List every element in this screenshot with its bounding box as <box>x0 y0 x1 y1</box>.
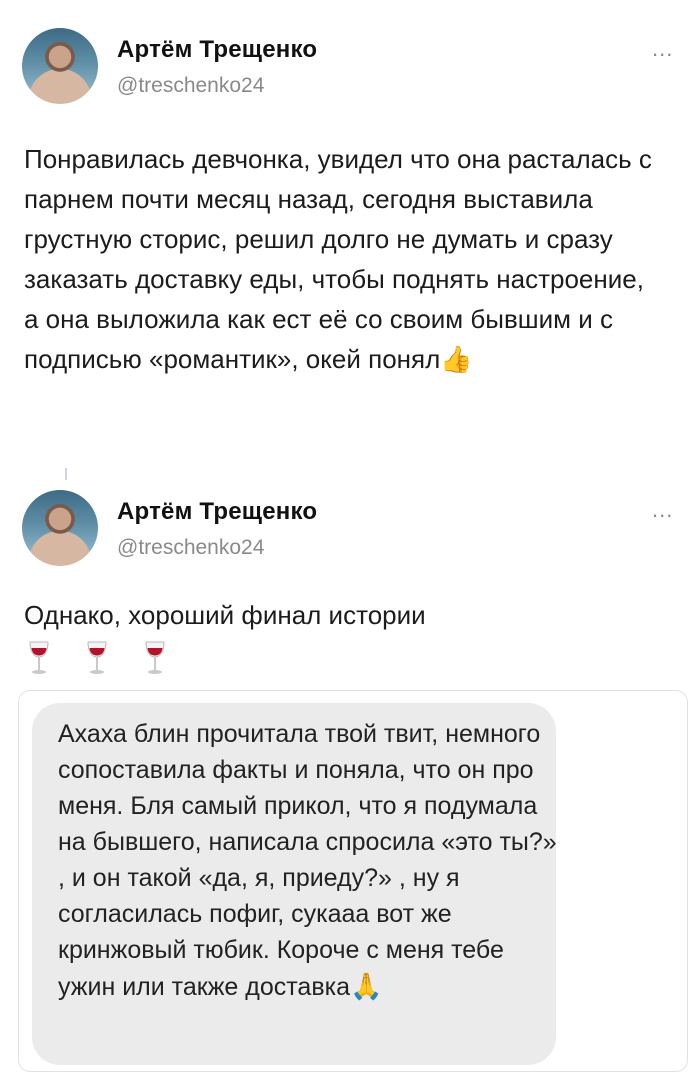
tweet-text: Однако, хороший финал истории <box>24 600 426 630</box>
avatar[interactable] <box>22 490 98 566</box>
author-handle[interactable]: @treschenko24 <box>117 74 264 98</box>
message-bubble <box>32 703 556 1065</box>
avatar[interactable] <box>22 28 98 104</box>
tweet-text-body: Понравилась девчонка, увидел что она рас… <box>24 144 652 374</box>
author-name[interactable]: Артём Трещенко <box>117 498 317 526</box>
more-options-icon[interactable]: ... <box>652 499 673 521</box>
wine-glasses <box>26 640 168 676</box>
praying-hands-icon: 🙏 <box>350 971 383 1001</box>
wine-glass-icon <box>145 641 165 674</box>
tweet-text: Понравилась девчонка, увидел что она рас… <box>24 139 664 379</box>
message-text: Ахаха блин прочитала твой твит, немного … <box>58 716 558 1005</box>
wine-glass-icon <box>87 641 107 674</box>
message-text-body: Ахаха блин прочитала твой твит, немного … <box>58 720 557 1001</box>
tweet-1: Артём Трещенко @treschenko24 ... Понрави… <box>0 0 700 470</box>
thread-connector <box>65 468 67 480</box>
author-name[interactable]: Артём Трещенко <box>117 36 317 64</box>
more-options-icon[interactable]: ... <box>652 38 673 60</box>
wine-glass-icon <box>29 641 49 674</box>
author-handle[interactable]: @treschenko24 <box>117 536 264 560</box>
thumbs-up-icon: 👍 <box>440 344 473 374</box>
attached-media[interactable] <box>18 690 688 1072</box>
